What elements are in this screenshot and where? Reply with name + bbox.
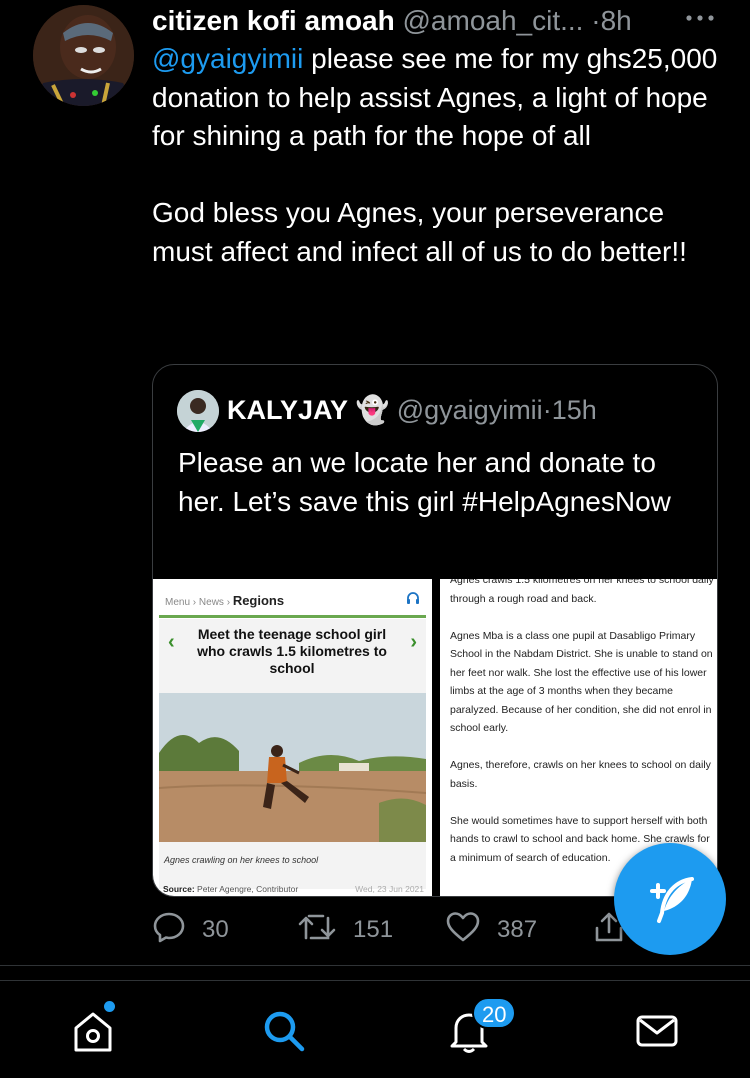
quoted-tweet[interactable]: KALYJAY 👻 @gyaigyimii·15h Please an we l…	[152, 364, 718, 897]
quoted-time: 15h	[551, 395, 597, 425]
tweet-actions: 30 151 387	[152, 910, 623, 950]
reply-count: 30	[202, 916, 229, 943]
retweet-icon	[297, 910, 353, 951]
tweet-text: @gyaigyimii please see me for my ghs25,0…	[152, 40, 727, 272]
article-headline: Meet the teenage school girl who crawls …	[197, 626, 387, 676]
tab-messages[interactable]	[632, 1006, 682, 1056]
breadcrumb-sep: ›	[190, 597, 199, 608]
retweet-button[interactable]: 151	[297, 910, 393, 950]
tab-search[interactable]	[259, 1006, 309, 1056]
tweet[interactable]: citizen kofi amoah @amoah_cit... ·8h @gy…	[0, 0, 750, 965]
divider	[0, 965, 750, 966]
separator-dot: ·	[542, 395, 552, 425]
headphones-icon	[406, 591, 420, 605]
author-name[interactable]: citizen kofi amoah	[152, 5, 395, 36]
tab-home[interactable]	[68, 1006, 118, 1056]
notifications-icon	[444, 1013, 494, 1060]
news-article-image[interactable]: Menu › News › Regions ‹ › Meet the teena…	[153, 579, 432, 896]
mention-link[interactable]: @gyaigyimii	[152, 43, 303, 74]
breadcrumb-regions: Regions	[232, 593, 285, 608]
article-source: Source: Peter Agengre, Contributor	[163, 884, 298, 894]
article-paragraph-2: Agnes Mba is a class one pupil at Dasabl…	[450, 629, 713, 735]
article-body: Agnes crawls 1.5 kilometres on her knees…	[450, 579, 716, 886]
quoted-avatar[interactable]	[177, 390, 219, 432]
tweet-time[interactable]: 8h	[601, 5, 632, 36]
more-horizontal-icon[interactable]	[683, 4, 717, 32]
like-count: 387	[497, 916, 538, 943]
ghost-emoji: 👻	[355, 395, 390, 425]
article-paragraph-1: Agnes crawls 1.5 kilometres on her knees…	[450, 579, 714, 605]
author-avatar[interactable]	[33, 5, 134, 106]
reply-button[interactable]: 30	[152, 910, 229, 950]
quoted-text: Please an we locate her and donate to he…	[178, 447, 671, 517]
separator-dot: ·	[591, 5, 601, 36]
search-icon	[259, 1011, 309, 1060]
tweet-header: citizen kofi amoah @amoah_cit... ·8h	[152, 4, 722, 38]
breadcrumb: Menu › News › Regions	[165, 593, 284, 608]
retweet-count: 151	[353, 916, 394, 943]
tweet-text-paragraph2: God bless you Agnes, your perseverance m…	[152, 197, 687, 267]
messages-icon	[632, 1015, 682, 1060]
home-icon	[68, 1012, 118, 1060]
breadcrumb-sep: ›	[223, 597, 233, 608]
article-photo	[158, 693, 427, 842]
article-date: Wed, 23 Jun 2021	[355, 884, 424, 894]
reply-icon	[152, 910, 202, 951]
quoted-name[interactable]: KALYJAY	[227, 395, 348, 425]
notifications-count-badge: 20	[472, 997, 517, 1029]
source-value: Peter Agengre, Contributor	[197, 884, 299, 894]
article-paragraph-3: Agnes, therefore, crawls on her knees to…	[450, 759, 711, 790]
breadcrumb-news: News	[198, 597, 224, 608]
breadcrumb-menu: Menu	[165, 597, 191, 608]
author-handle[interactable]: @amoah_cit...	[403, 5, 584, 36]
home-new-dot	[104, 1001, 115, 1012]
quoted-header: KALYJAY 👻 @gyaigyimii·15h	[227, 392, 597, 428]
like-button[interactable]: 387	[445, 910, 537, 950]
bottom-tab-bar	[0, 980, 750, 1078]
accent-bar	[159, 615, 426, 618]
chevron-right-icon: ›	[410, 631, 417, 653]
quoted-handle[interactable]: @gyaigyimii	[397, 395, 543, 425]
heart-icon	[445, 910, 497, 951]
compose-tweet-button[interactable]	[614, 843, 726, 955]
photo-caption: Agnes crawling on her knees to school	[164, 855, 319, 865]
source-label: Source:	[163, 884, 195, 894]
chevron-left-icon: ‹	[168, 631, 175, 653]
